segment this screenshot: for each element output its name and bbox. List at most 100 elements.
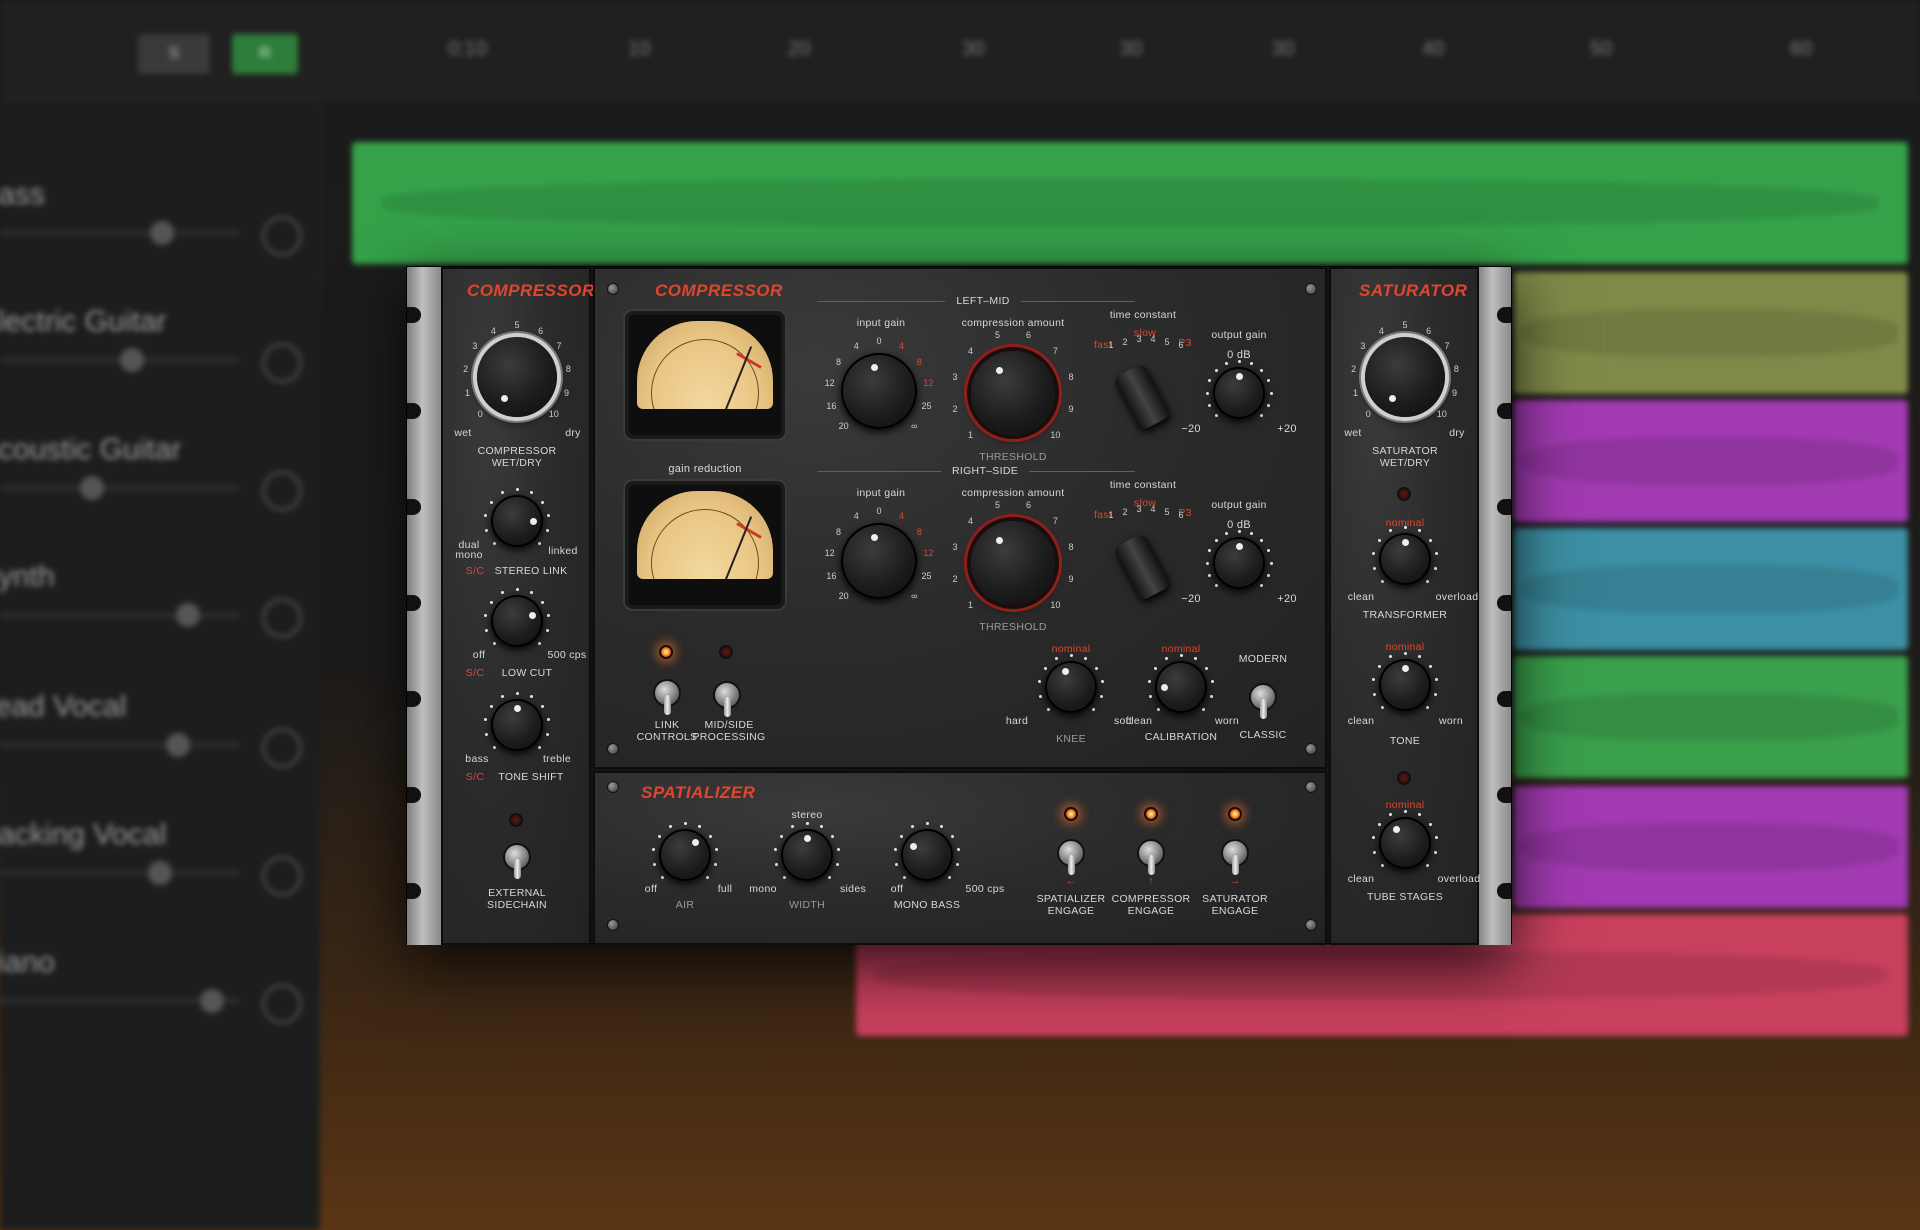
track-power-button[interactable]	[262, 216, 302, 256]
compressor-engage-toggle[interactable]	[1137, 839, 1165, 875]
dial-number: 4	[899, 341, 905, 352]
width-knob[interactable]	[781, 829, 833, 881]
mid-side-toggle[interactable]	[713, 681, 741, 717]
knob-tick	[1249, 361, 1253, 365]
knee-knob[interactable]	[1045, 661, 1097, 713]
time-constant-selector-right-side[interactable]	[1112, 532, 1172, 602]
audio-region[interactable]	[1514, 528, 1908, 650]
audio-region[interactable]	[1514, 400, 1908, 522]
track-volume-knob[interactable]	[200, 989, 224, 1013]
low-cut-knob[interactable]	[491, 595, 543, 647]
track-volume-knob[interactable]	[166, 733, 190, 757]
external-sidechain-toggle[interactable]	[503, 843, 531, 879]
knob-tick	[895, 863, 899, 867]
track-volume-slider[interactable]	[0, 612, 240, 618]
rack-ear-right	[1477, 267, 1511, 945]
compression-amount-knob-left-mid[interactable]	[971, 351, 1055, 435]
track-power-button[interactable]	[262, 598, 302, 638]
air-max-label: full	[717, 883, 733, 895]
track-volume-slider[interactable]	[0, 230, 240, 236]
audio-region[interactable]	[1514, 272, 1908, 394]
track-volume-slider[interactable]	[0, 870, 240, 876]
knob-tick	[1101, 680, 1105, 684]
solo-button[interactable]: S	[138, 34, 210, 74]
track-volume-knob[interactable]	[80, 476, 104, 500]
audio-region[interactable]	[352, 142, 1908, 264]
track-volume-knob[interactable]	[176, 603, 200, 627]
knob-tick	[1194, 656, 1198, 660]
dial-number: 7	[1444, 341, 1450, 352]
tone-label: TONE	[1389, 735, 1421, 747]
transformer-knob[interactable]	[1379, 533, 1431, 585]
track-power-button[interactable]	[262, 471, 302, 511]
rack-slot	[1497, 307, 1511, 323]
knob-tick	[1435, 678, 1439, 682]
tube-stages-label: TUBE STAGES	[1366, 891, 1444, 903]
tube-led	[1397, 771, 1411, 785]
knob-tick	[1429, 822, 1433, 826]
saturator-wet-dry-knob[interactable]	[1365, 337, 1445, 417]
input-gain-knob-right-side[interactable]	[841, 523, 917, 599]
knob-tick	[1209, 695, 1213, 699]
rack-slot	[1497, 499, 1511, 515]
waveform	[1521, 822, 1901, 872]
knob-tick	[1435, 552, 1439, 556]
time-constant-selector-left-mid[interactable]	[1112, 362, 1172, 432]
dial-number: 16	[826, 571, 837, 582]
knob-tick	[1207, 573, 1211, 577]
track-volume-knob[interactable]	[120, 348, 144, 372]
saturator-engage-led	[1228, 807, 1242, 821]
saturator-engage-toggle[interactable]	[1221, 839, 1249, 875]
dial-number: 1	[1108, 510, 1114, 520]
mid-side-led	[719, 645, 733, 659]
tone-knob[interactable]	[1379, 659, 1431, 711]
knob-tick	[1214, 414, 1218, 418]
record-button[interactable]: R	[232, 34, 298, 74]
knob-tick	[1267, 549, 1271, 553]
track-volume-slider[interactable]	[0, 742, 240, 748]
panel-title: SATURATOR	[1359, 281, 1468, 300]
compressor-engage-arrow: ↑	[1148, 875, 1154, 887]
air-knob[interactable]	[659, 829, 711, 881]
knob-tick	[547, 718, 551, 722]
track-volume-knob[interactable]	[148, 861, 172, 885]
knob-tick	[1205, 561, 1209, 565]
dial-number: 1	[968, 430, 974, 441]
dial-number: 2	[463, 363, 469, 374]
compressor-wet-dry-knob[interactable]	[477, 337, 557, 417]
calibration-knob[interactable]	[1155, 661, 1207, 713]
sc-prefix: S/C	[465, 565, 485, 577]
mono-bass-label: MONO BASS	[893, 899, 961, 911]
output-gain-label: output gain	[1211, 329, 1267, 341]
stereo-link-knob[interactable]	[491, 495, 543, 547]
tube-stages-knob[interactable]	[1379, 817, 1431, 869]
compression-amount-knob-right-side[interactable]	[971, 521, 1055, 605]
dial-number: 0	[1365, 408, 1371, 419]
dial-number: 8	[1453, 363, 1459, 374]
input-gain-knob-left-mid[interactable]	[841, 353, 917, 429]
track-power-button[interactable]	[262, 856, 302, 896]
stereo-link-min-label: mono	[455, 549, 483, 561]
track-volume-slider[interactable]	[0, 485, 240, 491]
knob-tick	[1099, 695, 1103, 699]
output-gain-knob-right-side[interactable]	[1213, 537, 1265, 589]
rack-slot	[407, 307, 421, 323]
link-controls-toggle[interactable]	[653, 679, 681, 715]
track-volume-knob[interactable]	[150, 221, 174, 245]
mono-bass-knob[interactable]	[901, 829, 953, 881]
modern-classic-toggle[interactable]	[1249, 683, 1277, 719]
dial-number: ∞	[911, 591, 918, 602]
dial-number: 5	[1164, 507, 1170, 517]
track-power-button[interactable]	[262, 984, 302, 1024]
audio-region[interactable]	[1514, 786, 1908, 908]
knob-tick	[515, 587, 519, 591]
toggle-lever	[1148, 855, 1155, 875]
tone-shift-knob[interactable]	[491, 699, 543, 751]
track-power-button[interactable]	[262, 728, 302, 768]
dial-number: 5	[994, 330, 1000, 341]
track-power-button[interactable]	[262, 343, 302, 383]
spatializer-engage-toggle[interactable]	[1057, 839, 1085, 875]
audio-region[interactable]	[1514, 656, 1908, 778]
screw	[607, 283, 619, 295]
output-gain-knob-left-mid[interactable]	[1213, 367, 1265, 419]
